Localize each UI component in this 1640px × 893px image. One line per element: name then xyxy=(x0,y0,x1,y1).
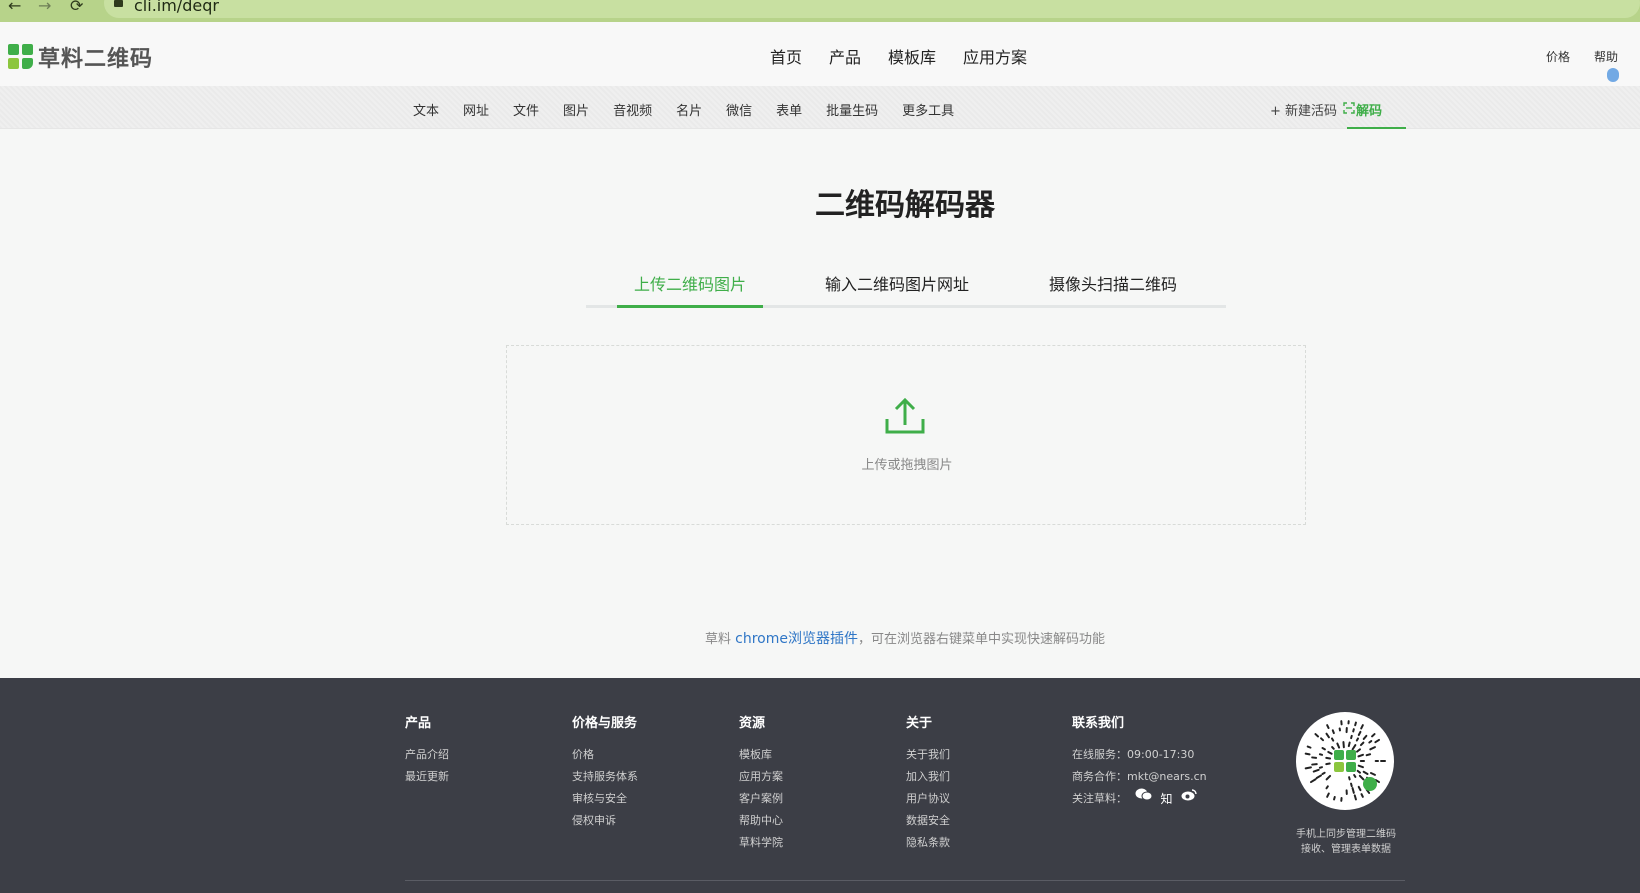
nav-item-solutions[interactable]: 应用方案 xyxy=(963,44,1027,68)
footer-link[interactable]: 数据安全 xyxy=(906,810,950,832)
nav-item-templates[interactable]: 模板库 xyxy=(888,44,936,68)
footer-heading: 资源 xyxy=(739,716,766,731)
footer-column-resources: 资源 模板库 应用方案 客户案例 帮助中心 草料学院 xyxy=(739,712,783,854)
forward-arrow-icon[interactable]: → xyxy=(38,0,51,14)
qr-caption-line-2: 接收、管理表单数据 xyxy=(1301,844,1391,855)
footer-link[interactable]: 侵权申诉 xyxy=(572,810,638,832)
back-arrow-icon[interactable]: ← xyxy=(8,0,21,14)
qr-caption-line-1: 手机上同步管理二维码 xyxy=(1296,829,1396,840)
subnav-item-text[interactable]: 文本 xyxy=(413,100,439,119)
subnav-item-wechat[interactable]: 微信 xyxy=(726,100,752,119)
footer-divider xyxy=(405,880,1405,881)
site-footer: 产品 产品介绍 最近更新 价格与服务 价格 支持服务体系 审核与安全 侵权申诉 … xyxy=(0,678,1640,893)
decode-tab-label: 解码 xyxy=(1356,104,1383,119)
upload-hint: 上传或拖拽图片 xyxy=(861,458,953,473)
subnav-item-form[interactable]: 表单 xyxy=(776,100,802,119)
online-service-hours: 在线服务：09:00-17:30 xyxy=(1072,748,1195,761)
footer-link[interactable]: 加入我们 xyxy=(906,766,950,788)
mouse-cursor-icon xyxy=(1607,68,1619,82)
follow-label: 关注草料： xyxy=(1072,792,1127,805)
browser-toolbar: ← → ⟳ cli.im/deqr xyxy=(0,0,1640,22)
footer-heading: 联系我们 xyxy=(1072,716,1125,731)
upload-icon xyxy=(885,397,925,434)
subnav-item-image[interactable]: 图片 xyxy=(563,100,589,119)
footer-column-products: 产品 产品介绍 最近更新 xyxy=(405,712,449,788)
footer-link[interactable]: 应用方案 xyxy=(739,766,783,788)
subnav-item-more-tools[interactable]: 更多工具 xyxy=(902,100,954,119)
chrome-plugin-link[interactable]: chrome浏览器插件 xyxy=(735,631,858,647)
subnav-item-video[interactable]: 音视频 xyxy=(613,100,652,119)
subnav-item-file[interactable]: 文件 xyxy=(513,100,539,119)
footer-link[interactable]: 最近更新 xyxy=(405,766,449,788)
subnav-item-url[interactable]: 网址 xyxy=(463,100,489,119)
footer-link[interactable]: 隐私条款 xyxy=(906,832,950,854)
qr-code-image xyxy=(1304,720,1386,802)
footer-link[interactable]: 草料学院 xyxy=(739,832,783,854)
zhihu-icon[interactable]: 知 xyxy=(1161,788,1173,810)
logo-icon xyxy=(8,44,34,70)
upload-dropzone[interactable]: 上传或拖拽图片 xyxy=(506,345,1306,525)
footer-heading: 价格与服务 xyxy=(572,716,638,731)
url-text[interactable]: cli.im/deqr xyxy=(134,0,219,15)
footer-link[interactable]: 产品介绍 xyxy=(405,744,449,766)
decode-tab[interactable]: 解码 xyxy=(1343,86,1406,129)
weibo-icon[interactable] xyxy=(1181,788,1197,801)
new-dynamic-qr-button[interactable]: + 新建活码 xyxy=(1270,100,1337,119)
scan-icon xyxy=(1343,102,1355,114)
reload-icon[interactable]: ⟳ xyxy=(70,0,83,14)
footer-link[interactable]: 帮助中心 xyxy=(739,810,783,832)
footer-link[interactable]: 支持服务体系 xyxy=(572,766,638,788)
footer-link[interactable]: 价格 xyxy=(572,744,638,766)
generator-type-list: 文本 网址 文件 图片 音视频 名片 微信 表单 批量生码 更多工具 xyxy=(413,100,978,119)
subnav-item-card[interactable]: 名片 xyxy=(676,100,702,119)
tab-camera-scan[interactable]: 摄像头扫描二维码 xyxy=(1049,271,1177,295)
subnav-item-batch[interactable]: 批量生码 xyxy=(826,100,878,119)
plugin-prefix: 草料 xyxy=(704,632,731,647)
footer-heading: 关于 xyxy=(906,716,933,731)
main-nav: 首页 产品 模板库 应用方案 xyxy=(770,44,1027,68)
header-price-link[interactable]: 价格 xyxy=(1546,48,1570,65)
active-tab-indicator xyxy=(617,305,763,308)
nav-item-products[interactable]: 产品 xyxy=(829,44,861,68)
app-qr-code xyxy=(1296,712,1394,810)
follow-row: 关注草料： 知 xyxy=(1072,788,1207,810)
tab-upload-image[interactable]: 上传二维码图片 xyxy=(634,271,746,295)
footer-column-pricing: 价格与服务 价格 支持服务体系 审核与安全 侵权申诉 xyxy=(572,712,638,832)
qr-caption: 手机上同步管理二维码 接收、管理表单数据 xyxy=(1276,827,1416,857)
footer-column-about: 关于 关于我们 加入我们 用户协议 数据安全 隐私条款 xyxy=(906,712,950,854)
wechat-icon[interactable] xyxy=(1135,788,1153,801)
address-bar[interactable] xyxy=(104,0,1640,18)
nav-item-home[interactable]: 首页 xyxy=(770,44,802,68)
logo-text: 草料二维码 xyxy=(38,47,154,72)
header-help-link[interactable]: 帮助 xyxy=(1594,48,1618,65)
lock-icon xyxy=(114,0,123,7)
footer-link[interactable]: 关于我们 xyxy=(906,744,950,766)
decode-method-tabs: 上传二维码图片 输入二维码图片网址 摄像头扫描二维码 xyxy=(586,271,1226,308)
logo[interactable]: 草料二维码 xyxy=(8,41,153,73)
plugin-notice: 草料 chrome浏览器插件，可在浏览器右键菜单中实现快速解码功能 xyxy=(0,628,1640,648)
site-header: 草料二维码 首页 产品 模板库 应用方案 价格 帮助 xyxy=(0,22,1640,86)
footer-heading: 产品 xyxy=(405,716,432,731)
business-contact: 商务合作：mkt@nears.cn xyxy=(1072,770,1207,783)
footer-column-contact: 联系我们 在线服务：09:00-17:30 商务合作：mkt@nears.cn … xyxy=(1072,712,1207,810)
footer-link[interactable]: 用户协议 xyxy=(906,788,950,810)
social-icons: 知 xyxy=(1135,788,1197,810)
sub-nav: 文本 网址 文件 图片 音视频 名片 微信 表单 批量生码 更多工具 + 新建活… xyxy=(0,86,1640,129)
footer-link[interactable]: 模板库 xyxy=(739,744,783,766)
page-title: 二维码解码器 xyxy=(815,188,995,223)
footer-link[interactable]: 审核与安全 xyxy=(572,788,638,810)
footer-link[interactable]: 客户案例 xyxy=(739,788,783,810)
plugin-suffix: ，可在浏览器右键菜单中实现快速解码功能 xyxy=(857,632,1105,647)
tab-image-url[interactable]: 输入二维码图片网址 xyxy=(825,271,969,295)
